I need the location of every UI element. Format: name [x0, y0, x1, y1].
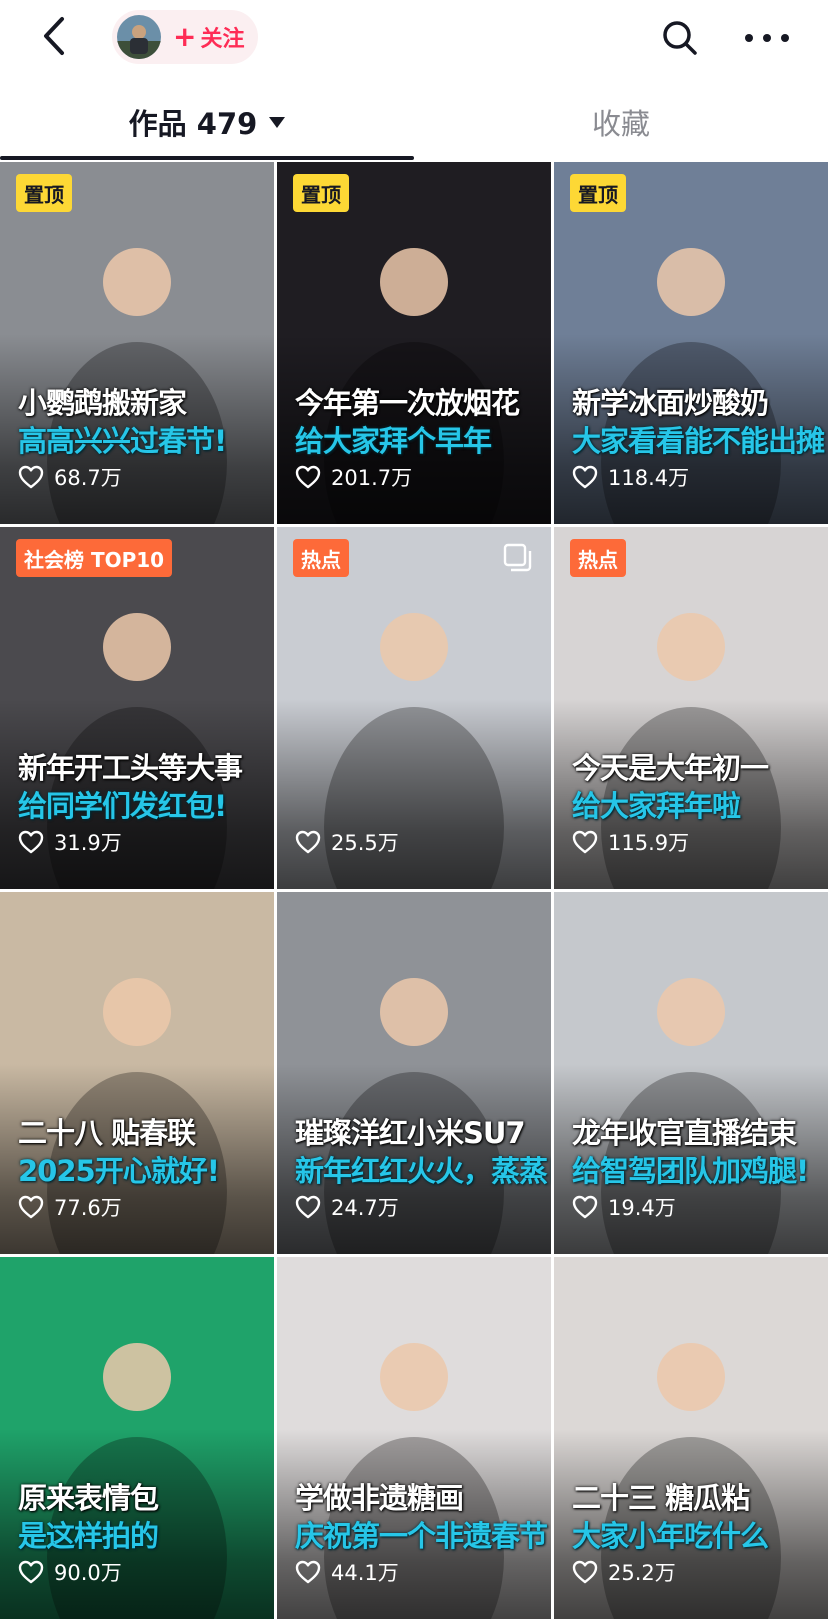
heart-icon	[572, 465, 598, 489]
video-card[interactable]: 二十八 贴春联 2025开心就好! 77.6万	[0, 892, 274, 1254]
more-button[interactable]	[745, 18, 789, 58]
like-count: 25.5万	[295, 825, 399, 859]
more-dot-icon	[781, 34, 789, 42]
tab-collect-label: 收藏	[591, 107, 650, 141]
video-card[interactable]: 龙年收官直播结束 给智驾团队加鸡腿! 19.4万	[554, 892, 828, 1254]
more-dot-icon	[763, 34, 771, 42]
like-count: 31.9万	[18, 825, 122, 859]
like-count: 77.6万	[18, 1190, 122, 1224]
caption-line-2: 给同学们发红包!	[18, 789, 227, 823]
like-count: 201.7万	[295, 460, 412, 494]
caption-line-2: 大家看看能不能出摊	[572, 424, 825, 458]
caption-line-1: 新年开工头等大事	[18, 751, 243, 785]
heart-icon	[18, 830, 44, 854]
caption-shade	[277, 699, 551, 889]
video-card[interactable]: 热点 25.5万	[277, 527, 551, 889]
caption-line-1: 二十三 糖瓜粘	[572, 1481, 750, 1515]
like-count: 115.9万	[572, 825, 689, 859]
like-count-text: 25.5万	[331, 831, 399, 855]
caption-line-1: 小鹦鹉搬新家	[18, 386, 187, 420]
caption-line-2: 给大家拜个早年	[295, 424, 492, 458]
like-count-text: 44.1万	[331, 1561, 399, 1585]
follow-button[interactable]: + 关注	[112, 10, 258, 64]
like-count-text: 115.9万	[608, 831, 690, 855]
heart-icon	[295, 1560, 321, 1584]
caption-line-2: 高高兴兴过春节!	[18, 424, 227, 458]
video-card[interactable]: 原来表情包 是这样拍的 90.0万	[0, 1257, 274, 1619]
caption-line-1: 二十八 贴春联	[18, 1116, 196, 1150]
search-button[interactable]	[660, 18, 700, 58]
heart-icon	[18, 1560, 44, 1584]
more-dot-icon	[745, 34, 753, 42]
caption-line-2: 新年红红火火，蒸蒸日上!	[295, 1154, 551, 1188]
multi-image-icon	[503, 543, 532, 572]
caption-line-2: 2025开心就好!	[18, 1154, 220, 1188]
like-count: 44.1万	[295, 1555, 399, 1589]
caption-line-2: 给大家拜年啦	[572, 789, 741, 823]
top-bar: + 关注	[0, 0, 828, 76]
video-grid: 置顶 小鹦鹉搬新家 高高兴兴过春节! 68.7万 置顶 今年第一次放烟花 给大家…	[0, 162, 828, 1619]
tab-indicator	[0, 156, 414, 160]
like-count-text: 201.7万	[331, 466, 413, 490]
heart-icon	[572, 1560, 598, 1584]
like-count-text: 19.4万	[608, 1196, 676, 1220]
like-count: 25.2万	[572, 1555, 676, 1589]
follow-label: 关注	[200, 27, 245, 52]
video-card[interactable]: 置顶 今年第一次放烟花 给大家拜个早年 201.7万	[277, 162, 551, 524]
tab-works[interactable]: 作品 479	[0, 86, 414, 158]
video-card[interactable]: 置顶 小鹦鹉搬新家 高高兴兴过春节! 68.7万	[0, 162, 274, 524]
caption-line-1: 学做非遗糖画	[295, 1481, 464, 1515]
caption-line-2: 是这样拍的	[18, 1519, 159, 1553]
like-count-text: 25.2万	[608, 1561, 676, 1585]
like-count: 118.4万	[572, 460, 689, 494]
search-icon	[663, 21, 697, 55]
caret-down-icon	[269, 116, 286, 128]
like-count-text: 68.7万	[54, 466, 122, 490]
video-badge: 置顶	[16, 174, 72, 212]
video-card[interactable]: 二十三 糖瓜粘 大家小年吃什么 25.2万	[554, 1257, 828, 1619]
heart-icon	[18, 465, 44, 489]
video-badge: 社会榜 TOP10	[16, 539, 173, 577]
like-count: 24.7万	[295, 1190, 399, 1224]
plus-icon: +	[173, 20, 197, 53]
tab-works-label: 作品 479	[128, 107, 258, 141]
like-count-text: 90.0万	[54, 1561, 122, 1585]
caption-line-1: 今年第一次放烟花	[295, 386, 520, 420]
video-card[interactable]: 学做非遗糖画 庆祝第一个非遗春节 44.1万	[277, 1257, 551, 1619]
like-count-text: 77.6万	[54, 1196, 122, 1220]
video-card[interactable]: 璀璨洋红小米SU7 新年红红火火，蒸蒸日上! 24.7万	[277, 892, 551, 1254]
heart-icon	[572, 830, 598, 854]
tab-collect[interactable]: 收藏	[414, 86, 828, 158]
video-card[interactable]: 社会榜 TOP10 新年开工头等大事 给同学们发红包! 31.9万	[0, 527, 274, 889]
caption-line-1: 璀璨洋红小米SU7	[295, 1116, 526, 1150]
video-badge: 热点	[293, 539, 349, 577]
heart-icon	[18, 1195, 44, 1219]
heart-icon	[295, 830, 321, 854]
chevron-left-icon	[44, 17, 64, 55]
like-count: 68.7万	[18, 460, 122, 494]
video-card[interactable]: 热点 今天是大年初一 给大家拜年啦 115.9万	[554, 527, 828, 889]
heart-icon	[572, 1195, 598, 1219]
like-count-text: 118.4万	[608, 466, 690, 490]
video-badge: 置顶	[570, 174, 626, 212]
caption-line-1: 新学冰面炒酸奶	[572, 386, 769, 420]
avatar	[117, 15, 161, 59]
heart-icon	[295, 465, 321, 489]
like-count-text: 24.7万	[331, 1196, 399, 1220]
caption-line-1: 龙年收官直播结束	[572, 1116, 797, 1150]
back-button[interactable]	[34, 14, 74, 58]
profile-tabs: 作品 479 收藏	[0, 86, 828, 162]
caption-line-2: 给智驾团队加鸡腿!	[572, 1154, 809, 1188]
video-card[interactable]: 置顶 新学冰面炒酸奶 大家看看能不能出摊 118.4万	[554, 162, 828, 524]
like-count: 90.0万	[18, 1555, 122, 1589]
video-badge: 热点	[570, 539, 626, 577]
caption-line-1: 原来表情包	[18, 1481, 159, 1515]
like-count-text: 31.9万	[54, 831, 122, 855]
video-badge: 置顶	[293, 174, 349, 212]
like-count: 19.4万	[572, 1190, 676, 1224]
heart-icon	[295, 1195, 321, 1219]
caption-line-2: 庆祝第一个非遗春节	[295, 1519, 548, 1553]
caption-line-1: 今天是大年初一	[572, 751, 769, 785]
caption-line-2: 大家小年吃什么	[572, 1519, 769, 1553]
